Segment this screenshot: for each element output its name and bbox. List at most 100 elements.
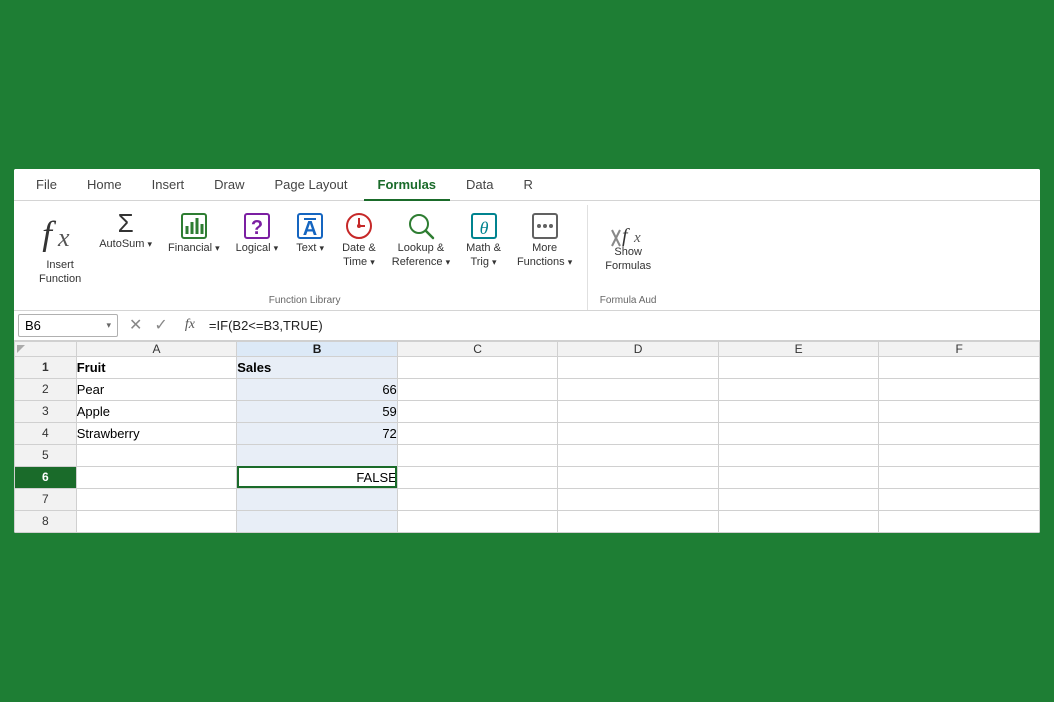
insert-function-button[interactable]: fx Insert Function [30, 205, 90, 292]
tab-review[interactable]: R [510, 169, 547, 200]
formula-confirm-button[interactable]: ✓ [151, 314, 170, 336]
cell-f4[interactable] [879, 422, 1040, 444]
formula-cancel-button[interactable]: ✕ [126, 314, 145, 336]
cell-b5[interactable] [237, 444, 398, 466]
cell-a4[interactable]: Strawberry [76, 422, 237, 444]
cell-f8[interactable] [879, 510, 1040, 532]
col-header-d[interactable]: D [558, 341, 719, 356]
cell-b3[interactable]: 59 [237, 400, 398, 422]
tab-draw[interactable]: Draw [200, 169, 258, 200]
lookup-button[interactable]: Lookup & Reference ▾ [385, 205, 457, 275]
cell-f7[interactable] [879, 488, 1040, 510]
svg-text:x: x [633, 230, 641, 246]
cell-f2[interactable] [879, 378, 1040, 400]
col-header-e[interactable]: E [718, 341, 879, 356]
col-header-b[interactable]: B [237, 341, 398, 356]
cell-a5[interactable] [76, 444, 237, 466]
cell-e2[interactable] [718, 378, 879, 400]
cell-b2[interactable]: 66 [237, 378, 398, 400]
logical-button[interactable]: ? Logical ▾ [229, 205, 285, 261]
cell-f5[interactable] [879, 444, 1040, 466]
cell-b6[interactable]: FALSE [237, 466, 398, 488]
svg-text:A: A [303, 218, 317, 240]
math-label: Math & Trig ▾ [466, 242, 501, 270]
cell-c4[interactable] [397, 422, 558, 444]
tab-data[interactable]: Data [452, 169, 507, 200]
cell-c8[interactable] [397, 510, 558, 532]
cell-c2[interactable] [397, 378, 558, 400]
cell-e5[interactable] [718, 444, 879, 466]
cell-a3[interactable]: Apple [76, 400, 237, 422]
row-header-5[interactable]: 5 [15, 444, 77, 466]
function-library-label: Function Library [269, 292, 341, 310]
text-button[interactable]: A Text ▾ [287, 205, 333, 261]
cell-e8[interactable] [718, 510, 879, 532]
cell-f1[interactable] [879, 356, 1040, 378]
cell-reference-box[interactable]: B6 ▾ [18, 314, 118, 337]
col-header-a[interactable]: A [76, 341, 237, 356]
row-header-4[interactable]: 4 [15, 422, 77, 444]
cell-b4[interactable]: 72 [237, 422, 398, 444]
col-header-f[interactable]: F [879, 341, 1040, 356]
cell-c1[interactable] [397, 356, 558, 378]
corner-cell[interactable] [15, 341, 77, 356]
cell-b7[interactable] [237, 488, 398, 510]
cell-a7[interactable] [76, 488, 237, 510]
cell-f6[interactable] [879, 466, 1040, 488]
tab-file[interactable]: File [22, 169, 71, 200]
cell-a2[interactable]: Pear [76, 378, 237, 400]
function-library-group: fx Insert Function Σ AutoSum ▾ [22, 205, 588, 310]
financial-label: Financial ▾ [168, 242, 220, 256]
formula-bar: B6 ▾ ✕ ✓ fx =IF(B2<=B3,TRUE) [14, 311, 1040, 341]
cell-d6[interactable] [558, 466, 719, 488]
tab-home[interactable]: Home [73, 169, 136, 200]
financial-button[interactable]: Financial ▾ [161, 205, 227, 261]
datetime-button[interactable]: Date & Time ▾ [335, 205, 383, 275]
row-header-1[interactable]: 1 [15, 356, 77, 378]
cell-c7[interactable] [397, 488, 558, 510]
more-functions-button[interactable]: More Functions ▾ [510, 205, 579, 275]
cell-a1[interactable]: Fruit [76, 356, 237, 378]
cell-d1[interactable] [558, 356, 719, 378]
ribbon: File Home Insert Draw Page Layout Formul… [14, 169, 1040, 311]
cell-d3[interactable] [558, 400, 719, 422]
tab-insert[interactable]: Insert [138, 169, 199, 200]
cell-e1[interactable] [718, 356, 879, 378]
tab-formulas[interactable]: Formulas [364, 169, 451, 200]
row-header-8[interactable]: 8 [15, 510, 77, 532]
cell-d8[interactable] [558, 510, 719, 532]
cell-e4[interactable] [718, 422, 879, 444]
ribbon-content: fx Insert Function Σ AutoSum ▾ [14, 201, 1040, 310]
autosum-label: AutoSum ▾ [99, 238, 152, 252]
cell-f3[interactable] [879, 400, 1040, 422]
cell-c6[interactable] [397, 466, 558, 488]
formula-input[interactable]: =IF(B2<=B3,TRUE) [205, 316, 1036, 335]
cell-c5[interactable] [397, 444, 558, 466]
cell-e7[interactable] [718, 488, 879, 510]
cell-c3[interactable] [397, 400, 558, 422]
lookup-label: Lookup & Reference ▾ [392, 242, 450, 270]
table-row: 8 [15, 510, 1040, 532]
cell-d2[interactable] [558, 378, 719, 400]
cell-a6[interactable] [76, 466, 237, 488]
col-header-c[interactable]: C [397, 341, 558, 356]
show-formulas-button[interactable]: f x Show Formulas [598, 205, 658, 279]
show-formulas-icon: f x [610, 210, 646, 246]
cell-b1[interactable]: Sales [237, 356, 398, 378]
table-row: 6 FALSE [15, 466, 1040, 488]
cell-e6[interactable] [718, 466, 879, 488]
row-header-3[interactable]: 3 [15, 400, 77, 422]
autosum-button[interactable]: Σ AutoSum ▾ [92, 205, 159, 257]
row-header-2[interactable]: 2 [15, 378, 77, 400]
corner-arrow [17, 345, 25, 353]
row-header-6[interactable]: 6 [15, 466, 77, 488]
cell-d4[interactable] [558, 422, 719, 444]
row-header-7[interactable]: 7 [15, 488, 77, 510]
cell-b8[interactable] [237, 510, 398, 532]
tab-page-layout[interactable]: Page Layout [261, 169, 362, 200]
cell-d5[interactable] [558, 444, 719, 466]
cell-d7[interactable] [558, 488, 719, 510]
math-button[interactable]: θ Math & Trig ▾ [459, 205, 508, 275]
cell-a8[interactable] [76, 510, 237, 532]
cell-e3[interactable] [718, 400, 879, 422]
